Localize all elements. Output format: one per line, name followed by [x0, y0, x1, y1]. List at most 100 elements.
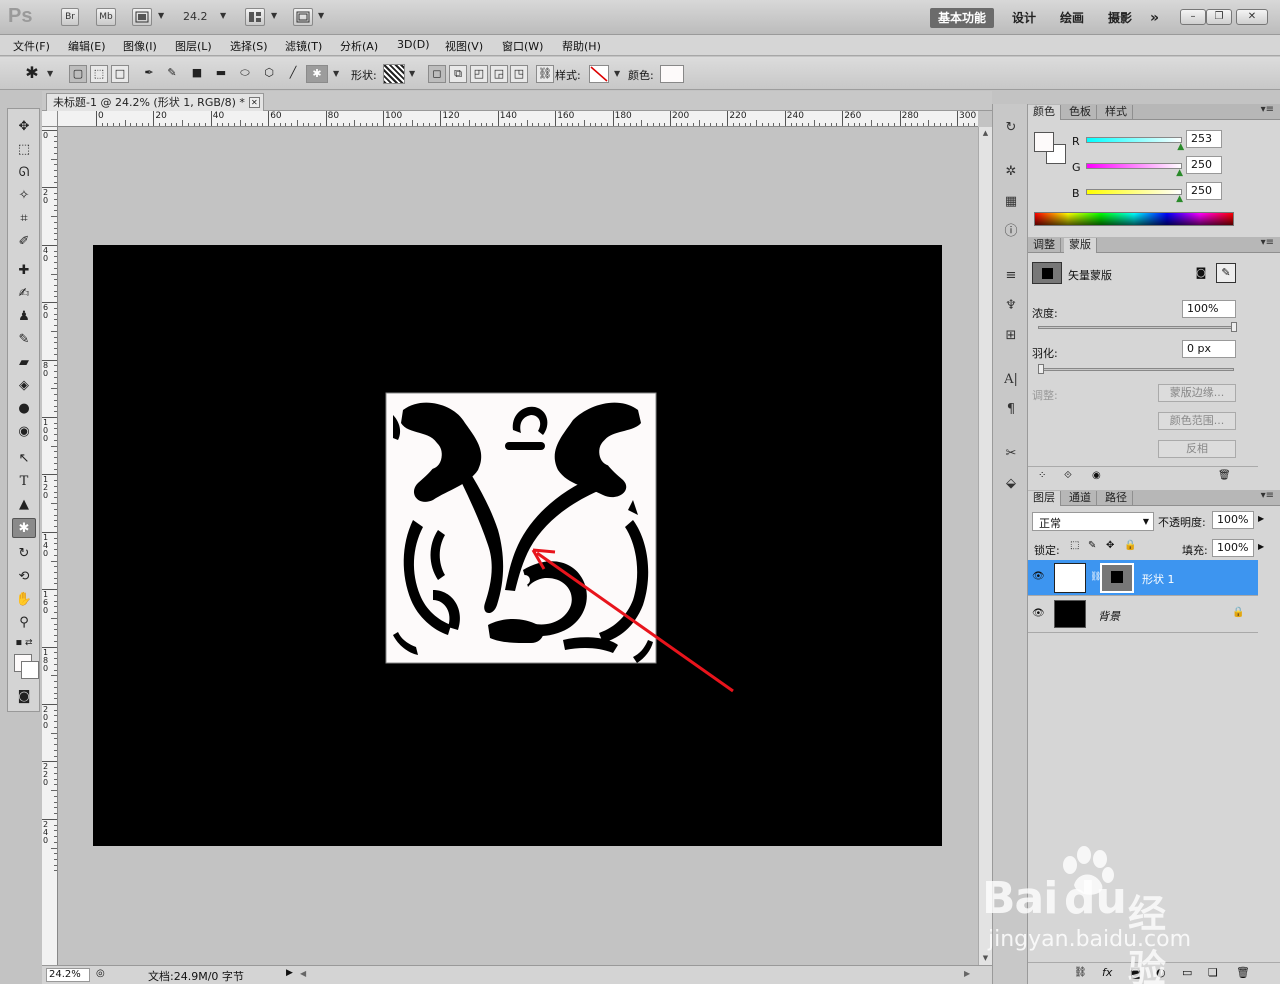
menu-view[interactable]: 视图(V)	[445, 38, 483, 54]
layer-row-shape-1[interactable]: 👁 ⛓ 形状 1	[1028, 560, 1258, 596]
brush-tool-icon[interactable]: ✍	[12, 284, 36, 304]
move-tool-icon[interactable]: ✥	[12, 117, 36, 137]
opacity-field[interactable]: 100%	[1212, 511, 1254, 529]
ruler-origin[interactable]	[42, 111, 58, 127]
feather-field[interactable]: 0 px	[1182, 340, 1236, 358]
menu-image[interactable]: 图像(I)	[123, 38, 157, 54]
scroll-left-arrow[interactable]: ◀	[300, 969, 306, 978]
chevron-down-icon[interactable]: ▼	[220, 11, 226, 20]
lasso-tool-icon[interactable]: ᘏ	[12, 163, 36, 183]
tab-swatches[interactable]: 色板	[1064, 105, 1097, 120]
freeform-pen-icon[interactable]: ✎	[163, 65, 181, 83]
b-slider[interactable]	[1086, 189, 1182, 195]
marquee-tool-icon[interactable]: ⬚	[12, 140, 36, 160]
chevron-down-icon[interactable]: ▼	[158, 11, 164, 20]
b-value-field[interactable]: 250	[1186, 182, 1222, 200]
blur-tool-icon[interactable]: ●	[12, 399, 36, 419]
delete-layer-icon[interactable]: 🗑	[1236, 966, 1250, 979]
close-icon[interactable]: ✕	[248, 97, 260, 108]
direct-selection-tool-icon[interactable]: ▲	[12, 495, 36, 515]
zoom-tool-icon[interactable]: ⚲	[12, 613, 36, 633]
tool-presets-icon[interactable]: ⊞	[1001, 326, 1021, 346]
menu-file[interactable]: 文件(F)	[13, 38, 50, 54]
density-slider[interactable]	[1038, 326, 1234, 329]
lock-position-icon[interactable]: ✥	[1106, 540, 1114, 551]
fx-icon[interactable]: fx	[1102, 966, 1112, 979]
minibridge-button[interactable]: Mb	[96, 8, 116, 26]
apply-mask-icon[interactable]: ⟐	[1064, 470, 1072, 481]
paint-bucket-tool-icon[interactable]: ◈	[12, 376, 36, 396]
visibility-eye-icon[interactable]: 👁	[1032, 571, 1045, 582]
fill-pixels-mode-button[interactable]: □	[111, 65, 129, 83]
3d-icon[interactable]: ⬙	[1001, 474, 1021, 494]
tab-adjustments[interactable]: 调整	[1028, 238, 1061, 253]
info-icon[interactable]: ⓘ	[1001, 222, 1021, 242]
eraser-tool-icon[interactable]: ▰	[12, 353, 36, 373]
tools-icon[interactable]: ✂	[1001, 444, 1021, 464]
workspace-essentials[interactable]: 基本功能	[930, 8, 995, 28]
healing-brush-tool-icon[interactable]: ✚	[12, 261, 36, 281]
chevron-down-icon[interactable]: ▼	[614, 69, 620, 78]
zoom-level-select[interactable]: 24.2	[183, 10, 208, 23]
color-foreground-swatch[interactable]	[1034, 132, 1054, 152]
lock-all-icon[interactable]: 🔒	[1124, 540, 1136, 551]
opacity-arrow-icon[interactable]: ▶	[1258, 514, 1264, 523]
tab-channels[interactable]: 通道	[1064, 491, 1097, 506]
tab-color[interactable]: 颜色	[1028, 105, 1061, 120]
ellipse-icon[interactable]: ⬭	[236, 65, 254, 83]
rounded-rectangle-icon[interactable]: ▬	[212, 65, 230, 83]
brush-presets-icon[interactable]: ≡	[1001, 266, 1021, 286]
restore-button[interactable]: ❐	[1206, 9, 1232, 25]
chevron-down-icon[interactable]: ▼	[47, 69, 53, 78]
g-slider[interactable]	[1086, 163, 1182, 169]
blend-mode-select[interactable]: 正常 ▼	[1032, 512, 1154, 531]
navigator-icon[interactable]: ✲	[1001, 162, 1021, 182]
new-group-icon[interactable]: ▭	[1182, 966, 1192, 979]
screen-mode-button[interactable]	[293, 8, 313, 26]
fill-field[interactable]: 100%	[1212, 539, 1254, 557]
clone-stamp-tool-icon[interactable]: ♟	[12, 307, 36, 327]
link-layers-icon[interactable]: ⛓	[1074, 967, 1087, 978]
menu-window[interactable]: 窗口(W)	[502, 38, 543, 54]
lock-image-icon[interactable]: ✎	[1088, 540, 1096, 551]
horizontal-ruler[interactable]: 0 20 40 60 80 100 120 140 160 180 200 220 240 260 280 3…	[58, 111, 978, 127]
disable-mask-icon[interactable]: ◉	[1092, 470, 1101, 481]
create-new-shape-layer-button[interactable]: ◻	[428, 65, 446, 83]
3d-rotate-tool-icon[interactable]: ↻	[12, 544, 36, 564]
ornament-shape[interactable]	[93, 245, 942, 846]
pen-icon[interactable]: ✒	[140, 65, 158, 83]
color-range-button[interactable]: 颜色范围...	[1158, 412, 1236, 430]
line-icon[interactable]: ╱	[284, 65, 302, 83]
add-to-shape-area-button[interactable]: ⧉	[449, 65, 467, 83]
exclude-overlapping-button[interactable]: ◳	[510, 65, 528, 83]
custom-shape-preset-icon[interactable]: ✱	[20, 65, 44, 83]
invert-button[interactable]: 反相	[1158, 440, 1236, 458]
document-canvas[interactable]	[93, 245, 942, 846]
menu-help[interactable]: 帮助(H)	[562, 38, 601, 54]
menu-layer[interactable]: 图层(L)	[175, 38, 212, 54]
menu-filter[interactable]: 滤镜(T)	[285, 38, 322, 54]
select-pixel-mask-button[interactable]: ◙	[1192, 264, 1210, 282]
g-value-field[interactable]: 250	[1186, 156, 1222, 174]
bridge-button[interactable]: Br	[61, 8, 79, 26]
lock-transparent-icon[interactable]: ⬚	[1070, 540, 1079, 551]
r-value-field[interactable]: 253	[1186, 130, 1222, 148]
r-slider-thumb[interactable]: ▲	[1177, 142, 1184, 152]
workspace-design[interactable]: 设计	[1004, 8, 1044, 28]
feather-slider[interactable]	[1038, 368, 1234, 371]
menu-analysis[interactable]: 分析(A)	[340, 38, 378, 54]
style-picker[interactable]	[589, 65, 609, 83]
layer-row-background[interactable]: 👁 背景 🔒	[1028, 597, 1258, 633]
link-icon[interactable]: ⛓	[536, 65, 554, 83]
tab-layers[interactable]: 图层	[1028, 491, 1061, 506]
chevron-down-icon[interactable]: ▼	[409, 69, 415, 78]
color-spectrum-bar[interactable]	[1034, 212, 1234, 226]
minimize-button[interactable]: –	[1180, 9, 1206, 25]
subtract-shape-area-button[interactable]: ◰	[470, 65, 488, 83]
panel-menu-icon[interactable]: ▾≡	[1261, 237, 1274, 248]
type-tool-icon[interactable]: T	[12, 472, 36, 492]
crop-tool-icon[interactable]: ⌗	[12, 209, 36, 229]
workspace-painting[interactable]: 绘画	[1052, 8, 1092, 28]
shape-picker[interactable]	[383, 64, 405, 84]
visibility-eye-icon[interactable]: 👁	[1032, 608, 1045, 619]
